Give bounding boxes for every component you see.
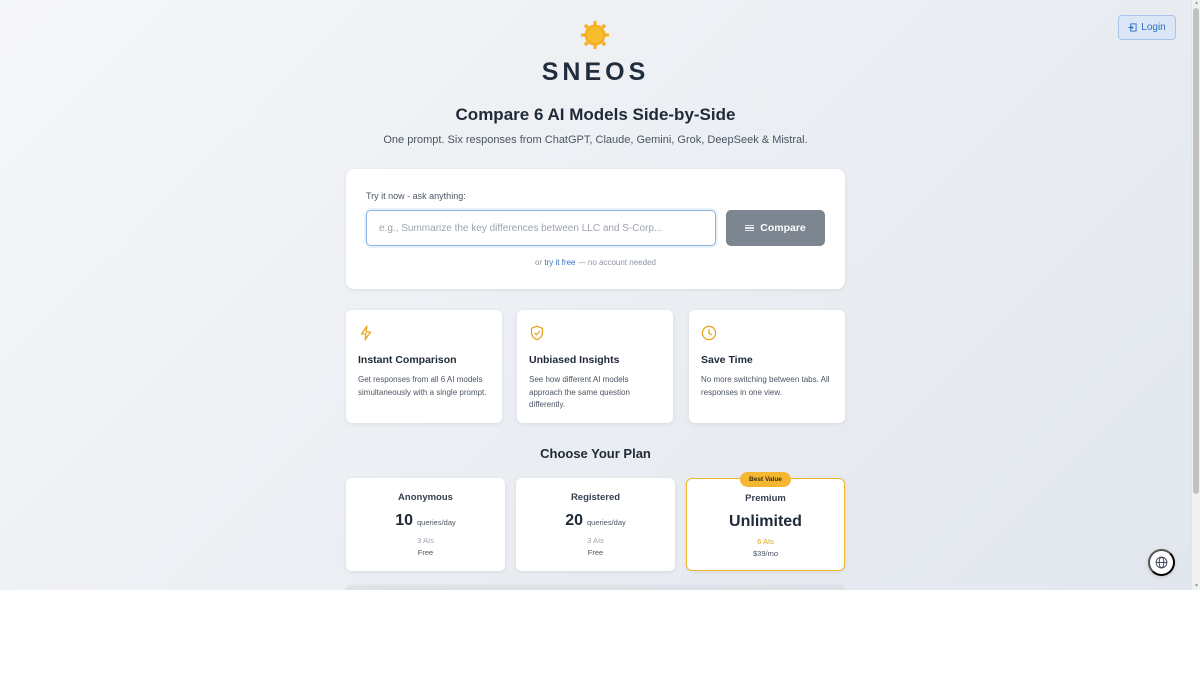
language-button[interactable] [1148, 549, 1175, 576]
page-title: Compare 6 AI Models Side-by-Side [455, 105, 736, 124]
feature-description: No more switching between tabs. All resp… [701, 375, 830, 397]
plans-heading: Choose Your Plan [540, 446, 651, 461]
try-free-link[interactable]: try it free [544, 258, 575, 267]
plan-price: $39/mo [752, 549, 779, 558]
login-button[interactable]: Login [1118, 15, 1176, 40]
scroll-up-icon[interactable]: ▲ [1193, 0, 1200, 6]
next-section-card [346, 586, 845, 590]
plan-price: Free [587, 548, 604, 557]
plan-name: Registered [570, 492, 621, 503]
plan-card-premium[interactable]: Premium Unlimited 6 AIs $39/mo [686, 478, 845, 571]
plan-quota: 10 queries/day [346, 512, 505, 530]
feature-title: Save Time [701, 354, 753, 366]
plan-ai-count: 3 AIs [587, 536, 604, 545]
plan-quota-number: 20 [565, 512, 583, 529]
try-label: Try it now - ask anything: [366, 191, 466, 201]
compare-label: Compare [760, 222, 806, 234]
feature-title: Instant Comparison [358, 354, 457, 366]
prompt-input[interactable] [366, 210, 716, 246]
try-free-suffix: — no account needed [575, 258, 656, 267]
try-it-card: Try it now - ask anything: Compare or tr… [346, 169, 845, 289]
clock-icon [701, 325, 717, 341]
plan-ai-count: 6 AIs [757, 537, 774, 546]
shield-check-icon [530, 325, 544, 341]
vertical-scrollbar[interactable]: ▲ ▼ [1191, 0, 1200, 590]
globe-icon [1155, 556, 1168, 569]
best-value-badge: Best Value [740, 472, 791, 487]
compare-icon [745, 225, 755, 231]
plan-price: Free [417, 548, 434, 557]
lightning-icon [360, 325, 372, 341]
plan-quota-unit: queries/day [417, 518, 456, 527]
plan-quota-unit: queries/day [587, 518, 626, 527]
feature-description: See how different AI models approach the… [529, 375, 630, 409]
plan-ai-count: 3 AIs [417, 536, 434, 545]
feature-title: Unbiased Insights [529, 354, 620, 366]
feature-card-unbiased-insights: Unbiased Insights See how different AI m… [517, 310, 673, 423]
try-free-note: or try it free — no account needed [346, 258, 845, 267]
brand-name: SNEOS [541, 58, 650, 86]
plan-name: Anonymous [398, 492, 453, 503]
page-subtitle: One prompt. Six responses from ChatGPT, … [383, 134, 808, 146]
plan-card-registered[interactable]: Registered 20 queries/day 3 AIs Free [516, 478, 675, 571]
try-free-prefix: or [535, 258, 545, 267]
scroll-down-icon[interactable]: ▼ [1193, 583, 1200, 589]
plan-card-anonymous[interactable]: Anonymous 10 queries/day 3 AIs Free [346, 478, 505, 571]
feature-card-instant-comparison: Instant Comparison Get responses from al… [346, 310, 502, 423]
scrollbar-thumb[interactable] [1193, 8, 1199, 494]
plan-quota: 20 queries/day [516, 512, 675, 530]
sun-icon [581, 21, 609, 49]
plan-quota: Unlimited [729, 513, 802, 530]
compare-button[interactable]: Compare [726, 210, 825, 246]
feature-card-save-time: Save Time No more switching between tabs… [689, 310, 845, 423]
login-icon [1128, 23, 1137, 32]
feature-description: Get responses from all 6 AI models simul… [358, 375, 487, 397]
plan-quota-number: 10 [395, 512, 413, 529]
landing-page: Login SNEOS Compare 6 AI Models Side-by-… [0, 0, 1191, 590]
login-label: Login [1141, 22, 1166, 33]
plan-name: Premium [745, 493, 786, 504]
